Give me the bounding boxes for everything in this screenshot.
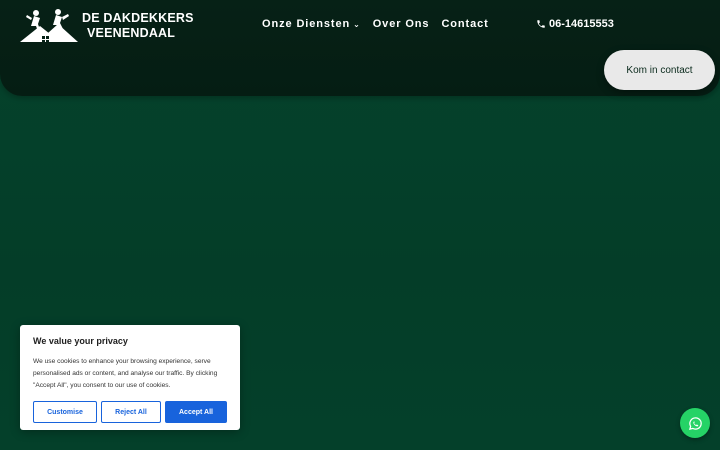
cookie-text: We use cookies to enhance your browsing …: [33, 358, 218, 389]
cookie-title: We value your privacy: [33, 336, 128, 346]
logo-line-1: DE DAKDEKKERS: [82, 11, 194, 25]
logo-line-2: VEENENDAAL: [87, 26, 176, 40]
roofers-logo-icon: [20, 9, 78, 42]
accept-all-button[interactable]: Accept All: [165, 401, 227, 423]
whatsapp-icon: [688, 416, 702, 430]
whatsapp-button[interactable]: [680, 408, 710, 438]
phone-link[interactable]: 06-14615553: [536, 18, 614, 30]
customise-button[interactable]: Customise: [33, 401, 97, 423]
phone-number: 06-14615553: [549, 18, 614, 30]
logo-text: DE DAKDEKKERS VEENENDAAL: [82, 11, 194, 41]
nav-item-label: Over Ons: [372, 18, 430, 30]
nav-item-contact[interactable]: Contact: [441, 18, 488, 30]
reject-all-button[interactable]: Reject All: [101, 401, 161, 423]
phone-icon: [537, 20, 545, 28]
contact-button[interactable]: Kom in contact: [604, 50, 715, 90]
nav-item-onze-diensten[interactable]: Onze Diensten ⌄: [262, 18, 361, 30]
nav-item-label: Contact: [441, 18, 489, 30]
cookie-consent-banner: We value your privacy We use cookies to …: [20, 325, 240, 430]
site-logo[interactable]: DE DAKDEKKERS VEENENDAAL: [18, 8, 194, 44]
nav-item-label: Onze Diensten: [262, 18, 351, 30]
chevron-down-icon: ⌄: [353, 20, 361, 29]
nav-item-over-ons[interactable]: Over Ons: [373, 18, 430, 30]
main-nav: Onze Diensten ⌄ Over Ons Contact: [262, 18, 501, 30]
cookie-buttons: Customise Reject All Accept All: [33, 401, 227, 423]
